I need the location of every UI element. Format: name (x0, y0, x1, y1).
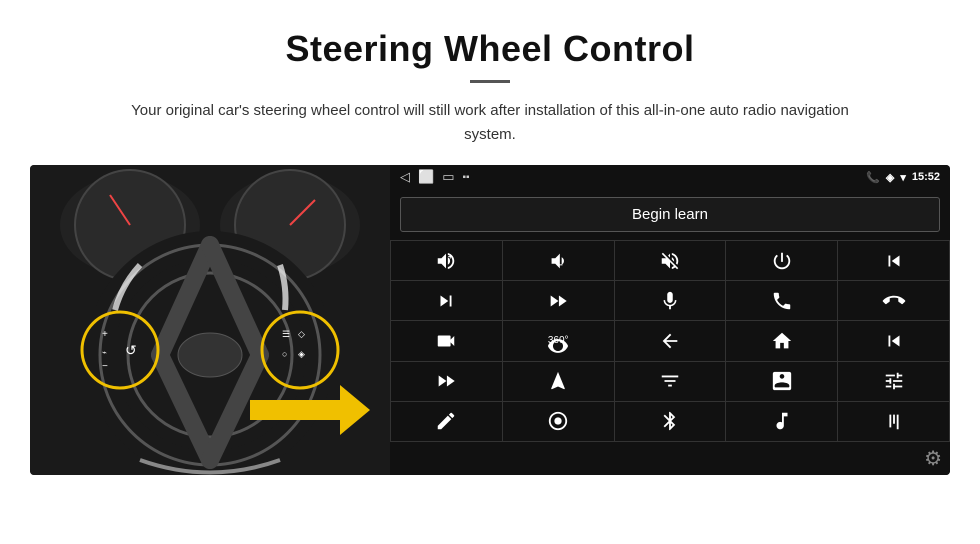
location-status-icon: ◈ (886, 171, 894, 184)
svg-text:◇: ◇ (298, 329, 305, 339)
status-bar-nav: ◁ ⬜ ▭ ▪▪ (400, 169, 470, 185)
back-nav-icon[interactable]: ◁ (400, 169, 410, 185)
phone-button[interactable] (726, 281, 837, 320)
svg-text:⌁: ⌁ (102, 348, 107, 357)
equalizer-button[interactable] (838, 402, 949, 441)
vol-down-button[interactable]: − (503, 241, 614, 280)
navigate-button[interactable] (503, 362, 614, 401)
music-button[interactable] (726, 402, 837, 441)
skip-fwd-button[interactable] (503, 281, 614, 320)
begin-learn-row: Begin learn (390, 189, 950, 240)
phone-status-icon: 📞 (866, 171, 880, 184)
wifi-status-icon: ▾ (900, 171, 906, 184)
title-divider (470, 80, 510, 83)
svg-text:−: − (558, 260, 563, 269)
svg-text:◈: ◈ (298, 349, 305, 359)
svg-text:−: − (102, 361, 108, 372)
media-button[interactable] (726, 362, 837, 401)
mic-button[interactable] (615, 281, 726, 320)
begin-learn-button[interactable]: Begin learn (400, 197, 940, 232)
svg-text:+: + (102, 329, 108, 340)
status-bar: ◁ ⬜ ▭ ▪▪ 📞 ◈ ▾ 15:52 (390, 165, 950, 189)
recents-nav-icon[interactable]: ▭ (442, 169, 454, 185)
header-section: Steering Wheel Control Your original car… (0, 0, 980, 165)
content-area: + ⌁ − ↺ ☰ ◇ ○ ◈ ◁ (0, 165, 980, 495)
android-panel: ◁ ⬜ ▭ ▪▪ 📞 ◈ ▾ 15:52 Begin learn (390, 165, 950, 475)
status-bar-indicators: 📞 ◈ ▾ 15:52 (866, 171, 940, 184)
page-wrapper: Steering Wheel Control Your original car… (0, 0, 980, 495)
360-button[interactable]: 360° (503, 321, 614, 360)
hang-up-button[interactable] (838, 281, 949, 320)
svg-text:☰: ☰ (282, 329, 290, 339)
settings-gear-icon[interactable]: ⚙ (924, 446, 942, 471)
mute-button[interactable] (615, 241, 726, 280)
steering-wheel-image: + ⌁ − ↺ ☰ ◇ ○ ◈ (30, 165, 390, 475)
clock: 15:52 (912, 171, 940, 183)
signal-icon: ▪▪ (462, 172, 469, 183)
svg-text:↺: ↺ (125, 342, 137, 358)
power-button[interactable] (726, 241, 837, 280)
edit-button[interactable] (391, 402, 502, 441)
camera-button[interactable] (391, 321, 502, 360)
svg-text:○: ○ (282, 349, 287, 359)
prev-track-button[interactable] (838, 241, 949, 280)
controls-grid: + − (390, 240, 950, 442)
home-nav-icon[interactable]: ⬜ (418, 169, 434, 185)
next-button[interactable] (391, 281, 502, 320)
page-title: Steering Wheel Control (60, 28, 920, 70)
home-nav-button[interactable] (726, 321, 837, 360)
settings-bar: ⚙ (390, 442, 950, 475)
target-button[interactable] (503, 402, 614, 441)
header-description: Your original car's steering wheel contr… (110, 99, 870, 147)
svg-text:+: + (448, 252, 453, 261)
fast-forward-button[interactable] (391, 362, 502, 401)
skip-back-button[interactable] (838, 321, 949, 360)
back-nav-button[interactable] (615, 321, 726, 360)
eq-button[interactable] (615, 362, 726, 401)
vol-up-button[interactable]: + (391, 241, 502, 280)
bluetooth-button[interactable] (615, 402, 726, 441)
settings2-button[interactable] (838, 362, 949, 401)
